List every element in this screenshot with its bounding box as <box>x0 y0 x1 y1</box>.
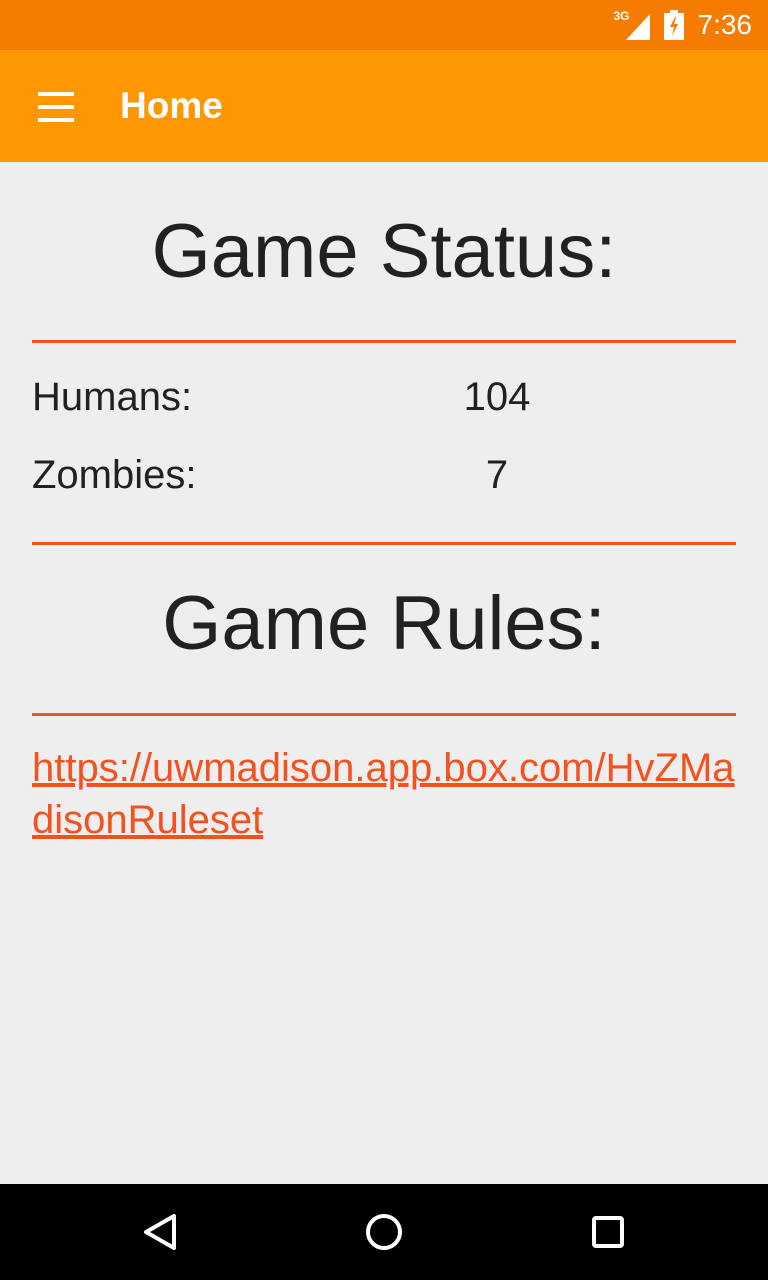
clock: 7:36 <box>697 9 753 40</box>
zombies-count: 7 <box>485 453 509 497</box>
humans-row: Humans: 104 <box>32 369 736 425</box>
zombies-label: Zombies: <box>32 453 197 497</box>
humans-count: 104 <box>463 375 531 419</box>
status-bar: 3G 7:36 <box>0 0 768 50</box>
hamburger-menu-icon[interactable] <box>36 90 76 124</box>
rules-link[interactable]: https://uwmadison.app.box.com/HvZMadison… <box>32 742 736 846</box>
battery-icon <box>663 10 684 40</box>
status-icons: 3G 7:36 <box>614 0 753 50</box>
game-status-title: Game Status: <box>151 209 617 294</box>
cell-signal-icon: 3G <box>614 10 650 40</box>
game-rules-title: Game Rules: <box>162 581 606 666</box>
zombies-row: Zombies: 7 <box>32 447 736 503</box>
navigation-bar <box>0 1184 768 1280</box>
status-top-divider <box>32 340 736 343</box>
home-circle-icon[interactable] <box>360 1208 408 1256</box>
back-triangle-icon[interactable] <box>136 1208 184 1256</box>
status-bottom-divider <box>32 542 736 545</box>
recents-square-icon[interactable] <box>584 1208 632 1256</box>
humans-label: Humans: <box>32 375 193 419</box>
page-title: Home <box>120 85 223 126</box>
rules-divider <box>32 713 736 716</box>
app-bar: Home <box>0 50 768 162</box>
